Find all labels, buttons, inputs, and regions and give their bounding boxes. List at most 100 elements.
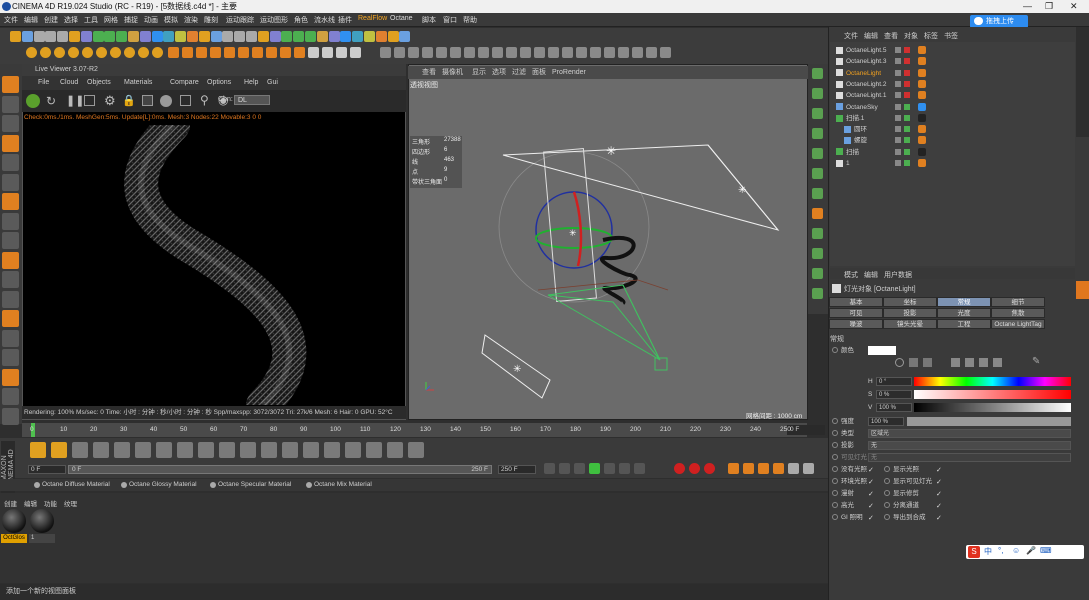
- am-menu-item[interactable]: 编辑: [864, 270, 878, 280]
- object-tool-icon[interactable]: [196, 47, 207, 58]
- region-render-icon[interactable]: [84, 95, 95, 106]
- kelvin-mode-icon[interactable]: [979, 358, 988, 367]
- material-type-tab[interactable]: Octane Glossy Material: [129, 481, 197, 488]
- anim-tool-icon[interactable]: [93, 442, 109, 458]
- anim-tool-icon[interactable]: [114, 442, 130, 458]
- menu-item[interactable]: 捕捉: [124, 15, 138, 25]
- prev-frame-icon[interactable]: [574, 463, 585, 474]
- material-ball-icon[interactable]: [160, 95, 172, 107]
- am-menu-item[interactable]: 用户数据: [884, 270, 912, 280]
- attribute-side-tab[interactable]: [1076, 281, 1089, 299]
- left-tool-icon[interactable]: [2, 368, 19, 386]
- pause-icon[interactable]: ❚❚: [66, 94, 84, 107]
- plugin-tool-icon[interactable]: [520, 47, 531, 58]
- plugin-tool-icon[interactable]: [422, 47, 433, 58]
- plugin-tool-icon[interactable]: [632, 47, 643, 58]
- attribute-tab[interactable]: 可见: [829, 308, 883, 318]
- option-keyframe-dot[interactable]: [832, 478, 838, 485]
- render-tool-icon[interactable]: [26, 47, 37, 58]
- option-keyframe-dot[interactable]: [832, 466, 838, 473]
- material-menu-item[interactable]: 功能: [44, 498, 57, 508]
- visibility-icon[interactable]: [895, 47, 901, 53]
- key-mode-icon[interactable]: [788, 463, 799, 474]
- lock-icon[interactable]: 🔒: [122, 94, 136, 107]
- type-select[interactable]: 区域光: [868, 429, 1071, 438]
- rgb-mode-icon[interactable]: [951, 358, 960, 367]
- material-thumb-octglos[interactable]: [2, 509, 26, 533]
- left-tool-icon[interactable]: [2, 232, 19, 249]
- vp-menu-item[interactable]: ProRender: [552, 66, 586, 79]
- focus-picker-icon[interactable]: [180, 95, 191, 106]
- menu-item[interactable]: RealFlow: [358, 15, 387, 22]
- pin-icon[interactable]: ⚲: [200, 93, 209, 107]
- material-menu-item[interactable]: 纹理: [64, 498, 77, 508]
- plugin-tool-icon[interactable]: [506, 47, 517, 58]
- close-icon[interactable]: ✕: [1070, 0, 1078, 13]
- left-tool-icon[interactable]: [2, 154, 19, 171]
- plugin-tool-icon[interactable]: [576, 47, 587, 58]
- render-toggle-icon[interactable]: [904, 58, 910, 65]
- next-frame-icon[interactable]: [604, 463, 615, 474]
- menu-item[interactable]: 编辑: [24, 15, 38, 25]
- hue-slider[interactable]: [914, 377, 1071, 386]
- render-toggle-icon[interactable]: [904, 126, 910, 133]
- object-tool-icon[interactable]: [238, 47, 249, 58]
- option-keyframe-dot[interactable]: [884, 514, 890, 521]
- sogou-logo-icon[interactable]: S: [968, 546, 980, 558]
- toolbar-tool-icon[interactable]: [69, 31, 80, 42]
- render-toggle-icon[interactable]: [904, 160, 910, 166]
- v-field[interactable]: 100 %: [876, 403, 912, 412]
- plugin-tool-icon[interactable]: [380, 47, 391, 58]
- intensity-slider[interactable]: [907, 417, 1071, 426]
- plugin-tool-icon[interactable]: [548, 47, 559, 58]
- attribute-tab[interactable]: 坐标: [883, 297, 937, 307]
- render-toggle-icon[interactable]: [904, 137, 910, 144]
- render-tool-icon[interactable]: [54, 47, 65, 58]
- anim-tool-icon[interactable]: [51, 442, 67, 458]
- render-tool-icon[interactable]: [110, 47, 121, 58]
- plugin-tool-icon[interactable]: [478, 47, 489, 58]
- anim-tool-icon[interactable]: [177, 442, 193, 458]
- color-wheel-icon[interactable]: [895, 358, 904, 367]
- option-keyframe-dot[interactable]: [832, 514, 838, 521]
- plugin-tool-icon[interactable]: [492, 47, 503, 58]
- lv-menu-item[interactable]: Cloud: [60, 76, 78, 90]
- toolbar-tool-icon[interactable]: [210, 31, 222, 42]
- material-menu-item[interactable]: 创建: [4, 498, 17, 508]
- visibility-icon[interactable]: [895, 80, 901, 87]
- left-tool-icon[interactable]: [2, 349, 19, 366]
- object-tool-icon[interactable]: [336, 47, 347, 58]
- visibility-icon[interactable]: [895, 137, 901, 144]
- toolbar-tool-icon[interactable]: [281, 31, 293, 42]
- color-swatch[interactable]: [868, 346, 896, 355]
- object-tag-icon[interactable]: [918, 91, 926, 100]
- menu-item[interactable]: 动画: [144, 15, 158, 25]
- menu-item[interactable]: Octane: [390, 15, 413, 22]
- object-row[interactable]: OctaneLight.2: [836, 79, 896, 90]
- minimize-icon[interactable]: —: [1023, 0, 1032, 13]
- object-row[interactable]: OctaneLight.1: [836, 90, 896, 101]
- left-tool-icon[interactable]: [2, 310, 19, 327]
- visibility-icon[interactable]: [895, 103, 901, 110]
- viewport-side-icon[interactable]: [812, 88, 823, 99]
- object-tool-icon[interactable]: [182, 47, 193, 58]
- menu-item[interactable]: 工具: [84, 15, 98, 25]
- first-frame-icon[interactable]: [544, 463, 555, 474]
- render-toggle-icon[interactable]: [904, 103, 910, 110]
- menu-item[interactable]: 雕刻: [204, 15, 218, 25]
- object-tag-icon[interactable]: [918, 113, 926, 122]
- viewport-side-icon[interactable]: [812, 128, 823, 139]
- am-menu-item[interactable]: 模式: [844, 270, 858, 280]
- vp-menu-item[interactable]: 查看: [422, 66, 436, 79]
- object-tag-icon[interactable]: [918, 147, 926, 156]
- attribute-tab[interactable]: 镜头光晕: [883, 319, 937, 329]
- attribute-tab[interactable]: 投影: [883, 308, 937, 318]
- toolbar-tool-icon[interactable]: [57, 31, 69, 42]
- ime-button[interactable]: °,: [998, 546, 1003, 555]
- vp-menu-item[interactable]: 摄像机: [442, 66, 463, 79]
- object-tool-icon[interactable]: [280, 47, 291, 58]
- object-tag-icon[interactable]: [918, 102, 926, 111]
- option-keyframe-dot[interactable]: [884, 502, 890, 509]
- plugin-tool-icon[interactable]: [408, 47, 419, 58]
- left-tool-icon[interactable]: [2, 134, 19, 152]
